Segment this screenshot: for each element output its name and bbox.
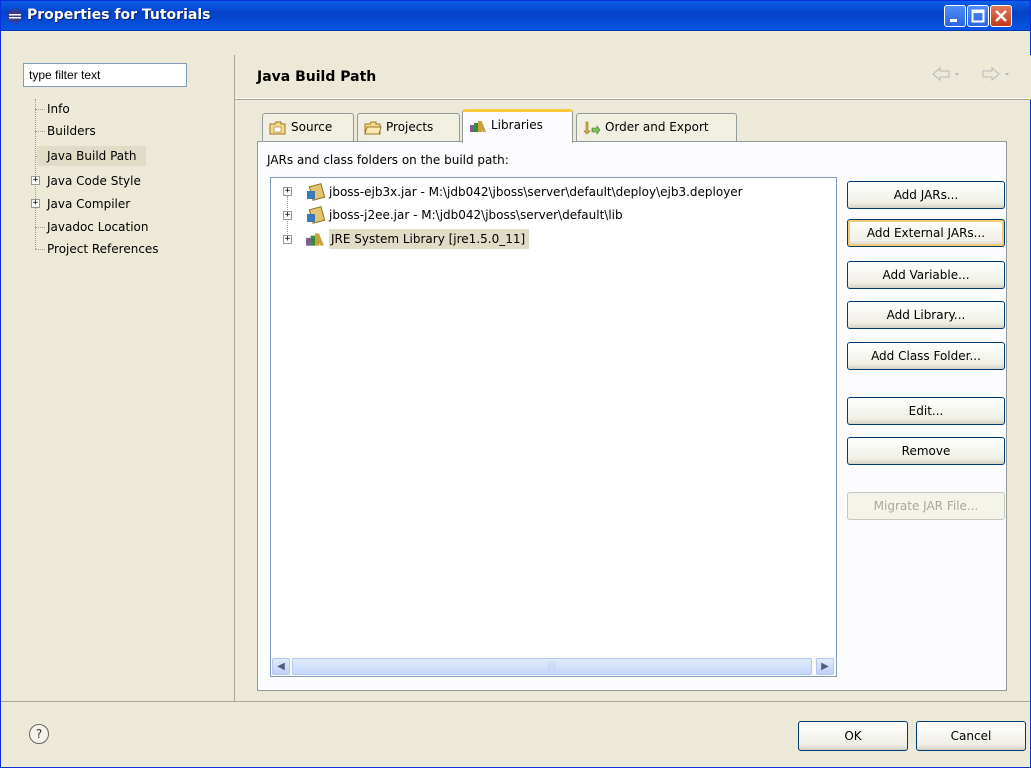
eclipse-icon: [8, 9, 22, 23]
tree-item-java-code-style[interactable]: Java Code Style: [47, 171, 141, 191]
close-icon: [995, 10, 1007, 22]
help-icon[interactable]: ?: [29, 724, 49, 744]
tab-libraries[interactable]: Libraries: [462, 109, 573, 143]
tree-item-java-compiler[interactable]: Java Compiler: [47, 194, 130, 214]
scroll-left-button[interactable]: ◀: [272, 658, 290, 675]
scroll-right-button[interactable]: ▶: [816, 658, 834, 675]
tree-item-label: Javadoc Location: [47, 220, 149, 234]
window-title: Properties for Tutorials: [27, 7, 211, 23]
add-jars-button[interactable]: Add JARs...: [847, 181, 1005, 209]
tab-source[interactable]: Source: [262, 113, 354, 141]
source-folder-icon: [269, 121, 286, 134]
library-entry-label: JRE System Library [jre1.5.0_11]: [331, 232, 526, 246]
maximize-icon: [971, 9, 985, 23]
tree-connector: [35, 227, 45, 228]
page-header: Java Build Path: [235, 55, 1031, 99]
order-export-icon: [583, 121, 601, 135]
tree-connector: [35, 131, 45, 132]
title-bar[interactable]: Properties for Tutorials: [1, 1, 1030, 31]
add-class-folder-button[interactable]: Add Class Folder...: [847, 342, 1005, 370]
edit-button[interactable]: Edit...: [847, 397, 1005, 425]
build-path-label: JARs and class folders on the build path…: [267, 153, 509, 167]
minimize-button[interactable]: [944, 5, 966, 27]
ok-button[interactable]: OK: [798, 721, 908, 751]
tree-item-label: Java Compiler: [47, 197, 131, 211]
back-arrow-icon[interactable]: [931, 65, 965, 83]
close-button[interactable]: [990, 5, 1012, 27]
add-variable-button[interactable]: Add Variable...: [847, 261, 1005, 289]
tree-connector: [35, 109, 45, 110]
filter-input[interactable]: [23, 63, 187, 87]
tree-item-label: Java Build Path: [47, 149, 137, 163]
expand-icon[interactable]: +: [31, 199, 40, 208]
remove-button[interactable]: Remove: [847, 437, 1005, 465]
tree-item-project-references[interactable]: Project References: [47, 239, 159, 259]
add-library-button[interactable]: Add Library...: [847, 301, 1005, 329]
library-entry[interactable]: jboss-j2ee.jar - M:\jdb042\jboss\server\…: [329, 205, 627, 225]
scroll-thumb[interactable]: |||: [292, 658, 812, 675]
grip-icon: |||: [547, 661, 557, 671]
chevron-left-icon: ◀: [277, 661, 285, 672]
expand-icon[interactable]: +: [283, 187, 292, 196]
tree-item-builders[interactable]: Builders: [47, 121, 96, 141]
tree-item-javadoc-location[interactable]: Javadoc Location: [47, 217, 148, 237]
tab-order-and-export[interactable]: Order and Export: [576, 113, 737, 141]
tree-item-info[interactable]: Info: [47, 99, 70, 119]
tab-projects[interactable]: Projects: [357, 113, 460, 141]
library-icon: [470, 120, 486, 132]
expand-icon[interactable]: +: [283, 235, 292, 244]
tab-label: Order and Export: [605, 120, 709, 134]
migrate-jar-button: Migrate JAR File...: [847, 492, 1005, 520]
minimize-icon: [950, 19, 957, 22]
tree-item-label: Builders: [47, 124, 96, 138]
chevron-right-icon: ▶: [821, 661, 829, 672]
project-folder-icon: [364, 121, 382, 134]
expand-icon[interactable]: +: [31, 176, 40, 185]
property-page-tree: Info Builders Java Build Path + Java Cod…: [23, 99, 223, 679]
tree-item-label: Info: [47, 102, 70, 116]
library-entry-label: jboss-j2ee.jar - M:\jdb042\jboss\server\…: [329, 208, 623, 222]
library-tree-list[interactable]: + jboss-ejb3x.jar - M:\jdb042\jboss\serv…: [270, 177, 837, 677]
add-external-jars-button[interactable]: Add External JARs...: [847, 219, 1005, 247]
library-entry-selected[interactable]: JRE System Library [jre1.5.0_11]: [329, 229, 530, 249]
jar-icon: [307, 206, 325, 224]
properties-dialog: Properties for Tutorials Info Builders J…: [0, 0, 1031, 768]
tab-label: Libraries: [491, 118, 543, 132]
header-separator: [235, 99, 1031, 100]
horizontal-scrollbar[interactable]: ◀ ||| ▶: [271, 656, 836, 676]
pane-divider[interactable]: [234, 55, 235, 701]
cancel-button[interactable]: Cancel: [916, 721, 1026, 751]
tree-item-label: Project References: [47, 242, 159, 256]
tab-label: Source: [291, 120, 333, 134]
tree-connector: [35, 249, 45, 250]
maximize-button[interactable]: [967, 5, 989, 27]
tree-item-java-build-path[interactable]: Java Build Path: [37, 146, 147, 166]
library-entry-label: jboss-ejb3x.jar - M:\jdb042\jboss\server…: [329, 185, 743, 199]
tree-item-label: Java Code Style: [47, 174, 141, 188]
library-icon: [306, 233, 324, 246]
tab-label: Projects: [386, 120, 434, 134]
footer-separator: [1, 701, 1030, 702]
expand-icon[interactable]: +: [283, 211, 292, 220]
jar-icon: [307, 183, 325, 201]
library-entry[interactable]: jboss-ejb3x.jar - M:\jdb042\jboss\server…: [329, 182, 747, 202]
forward-arrow-icon[interactable]: [981, 65, 1015, 83]
page-title: Java Build Path: [257, 69, 377, 85]
